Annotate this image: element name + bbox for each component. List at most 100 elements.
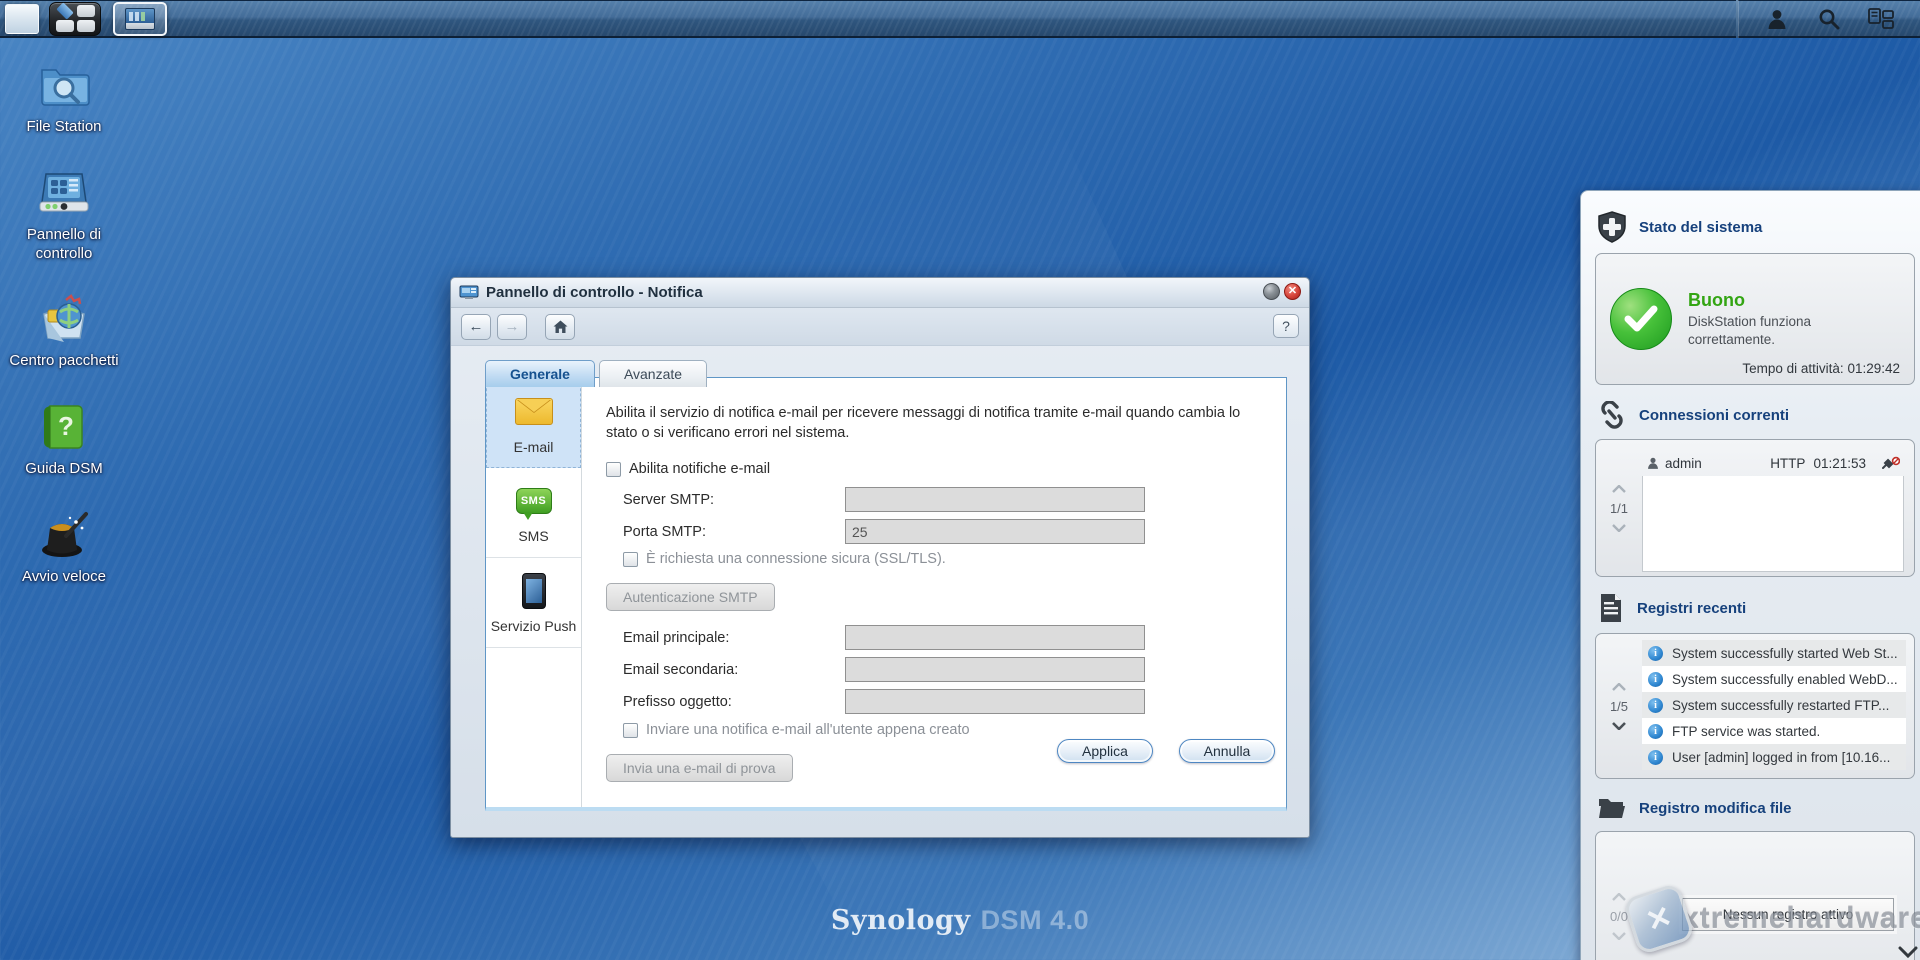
logs-pager: 1/5 xyxy=(1596,634,1642,778)
taskbar-divider xyxy=(1736,0,1738,38)
desktop-icon-dsm-help[interactable]: ? Guida DSM xyxy=(8,398,120,479)
log-text: System successfully started Web St... xyxy=(1672,645,1898,661)
info-icon: i xyxy=(1648,697,1663,713)
smtp-port-label: Porta SMTP: xyxy=(623,523,706,540)
window-titlebar[interactable]: Pannello di controllo - Notifica ✕ xyxy=(451,278,1309,308)
close-icon[interactable]: ✕ xyxy=(1284,283,1301,300)
tab-avanzate[interactable]: Avanzate xyxy=(598,360,708,387)
enable-email-checkbox[interactable] xyxy=(606,461,621,477)
cancel-button[interactable]: Annulla xyxy=(1179,739,1275,763)
connection-time: 01:21:53 xyxy=(1813,455,1866,471)
system-status-description: DiskStation funziona correttamente. xyxy=(1688,313,1812,347)
svg-text:?: ? xyxy=(58,411,74,441)
pager-up-icon[interactable] xyxy=(1612,484,1626,493)
pager-up-icon[interactable] xyxy=(1612,682,1626,691)
minimize-button[interactable] xyxy=(1263,283,1280,300)
info-icon: i xyxy=(1648,671,1663,687)
desktop-icon-control-panel[interactable]: Pannello di controllo xyxy=(8,164,120,264)
status-good-icon xyxy=(1610,288,1672,350)
smtp-auth-button: Autenticazione SMTP xyxy=(606,583,775,612)
connections-panel: 1/1 admin HTTP 01:21:53 xyxy=(1595,439,1915,577)
form-description: Abilita il servizio di notifica e-mail p… xyxy=(606,405,1241,441)
control-panel-notification-window: Pannello di controllo - Notifica ✕ ← → ?… xyxy=(450,277,1310,838)
home-button[interactable] xyxy=(545,313,575,340)
window-title: Pannello di controllo - Notifica xyxy=(486,284,703,301)
sidebar-item-push-service[interactable]: Servizio Push xyxy=(486,558,581,648)
ssl-checkbox[interactable] xyxy=(623,551,638,567)
connections-chain-icon xyxy=(1601,401,1623,429)
brand-text: Synology xyxy=(830,905,971,936)
watermark-text: xtremehardware.com xyxy=(1682,902,1920,935)
tab-generale[interactable]: Generale xyxy=(485,360,595,387)
log-text: User [admin] logged in from [10.16... xyxy=(1672,749,1891,765)
taskbar-app-button-control-panel[interactable] xyxy=(113,1,167,36)
sidebar-item-label: Servizio Push xyxy=(490,618,577,634)
xtremehardware-watermark: ✕ xtremehardware.com xyxy=(1622,882,1920,956)
search-icon[interactable] xyxy=(1816,6,1842,32)
file-log-folder-icon xyxy=(1599,799,1625,818)
desktop-icon-file-station[interactable]: File Station xyxy=(8,56,120,137)
system-status-panel: Buono DiskStation funziona correttamente… xyxy=(1595,253,1915,385)
connection-protocol: HTTP xyxy=(1770,455,1806,471)
show-desktop-button[interactable] xyxy=(5,3,39,34)
checkbox-label: Abilita notifiche e-mail xyxy=(629,461,771,478)
pilot-view-icon[interactable] xyxy=(1868,6,1894,32)
taskbar xyxy=(0,0,1920,38)
info-icon: i xyxy=(1648,749,1663,765)
tab-bar: Generale Avanzate xyxy=(451,360,1309,387)
checkbox-label: È richiesta una connessione sicura (SSL/… xyxy=(646,551,946,568)
subject-prefix-label: Prefisso oggetto: xyxy=(623,693,732,710)
help-button[interactable]: ? xyxy=(1273,314,1299,338)
email-icon xyxy=(514,398,553,425)
log-row[interactable]: i System successfully enabled WebD... xyxy=(1642,666,1906,692)
email-primary-input[interactable] xyxy=(845,625,1145,651)
notification-type-sidebar: E-mail SMS SMS Servizio Push xyxy=(486,378,582,807)
mobile-phone-icon xyxy=(521,573,546,609)
back-button[interactable]: ← xyxy=(461,313,491,340)
window-title-icon xyxy=(459,285,479,299)
disconnect-icon[interactable] xyxy=(1882,456,1900,470)
quick-start-icon xyxy=(36,506,92,562)
main-menu-button[interactable] xyxy=(49,1,101,36)
sms-icon: SMS xyxy=(515,488,552,520)
control-panel-icon xyxy=(36,164,92,220)
menu-diamond-icon xyxy=(55,2,74,20)
sidebar-item-label: SMS xyxy=(518,528,549,544)
recent-logs-document-icon xyxy=(1601,594,1621,622)
smtp-port-input[interactable] xyxy=(845,519,1145,545)
desktop-icon-package-center[interactable]: Centro pacchetti xyxy=(8,290,120,371)
connection-row[interactable]: admin HTTP 01:21:53 xyxy=(1642,450,1904,476)
apply-button[interactable]: Applica xyxy=(1057,739,1153,763)
dsm-help-icon: ? xyxy=(36,398,92,454)
log-row[interactable]: i User [admin] logged in from [10.16... xyxy=(1642,744,1906,770)
widget-section-title: Connessioni correnti xyxy=(1639,406,1790,424)
notify-new-user-checkbox[interactable] xyxy=(623,722,638,738)
sidebar-item-label: E-mail xyxy=(513,438,554,455)
log-text: System successfully restarted FTP... xyxy=(1672,697,1890,713)
checkbox-label: Inviare una notifica e-mail all'utente a… xyxy=(646,722,970,739)
pager-down-icon[interactable] xyxy=(1612,523,1626,532)
sidebar-item-sms[interactable]: SMS SMS xyxy=(486,468,581,558)
subject-prefix-input[interactable] xyxy=(845,689,1145,715)
widget-section-title: Stato del sistema xyxy=(1639,218,1763,236)
recent-logs-panel: 1/5 i System successfully started Web St.… xyxy=(1595,633,1915,779)
sidebar-item-email[interactable]: E-mail xyxy=(486,378,581,468)
log-text: FTP service was started. xyxy=(1672,723,1821,739)
log-row[interactable]: i FTP service was started. xyxy=(1642,718,1906,744)
smtp-server-input[interactable] xyxy=(845,487,1145,513)
forward-button: → xyxy=(497,313,527,340)
email-secondary-input[interactable] xyxy=(845,657,1145,683)
pager-count: 1/1 xyxy=(1609,500,1629,516)
log-row[interactable]: i System successfully restarted FTP... xyxy=(1642,692,1906,718)
desktop-icon-label: Centro pacchetti xyxy=(9,352,119,370)
system-status-shield-icon xyxy=(1598,211,1626,243)
smtp-server-label: Server SMTP: xyxy=(623,491,715,508)
desktop-icon-label: Avvio veloce xyxy=(22,567,106,585)
desktop-icon-quick-start[interactable]: Avvio veloce xyxy=(8,506,120,587)
pager-down-icon[interactable] xyxy=(1612,721,1626,730)
desktop-icon-label: Pannello di controllo xyxy=(26,225,102,262)
user-account-icon[interactable] xyxy=(1764,6,1790,32)
email-secondary-label: Email secondaria: xyxy=(623,661,739,678)
info-icon: i xyxy=(1648,723,1663,739)
log-row[interactable]: i System successfully started Web St... xyxy=(1642,640,1906,666)
